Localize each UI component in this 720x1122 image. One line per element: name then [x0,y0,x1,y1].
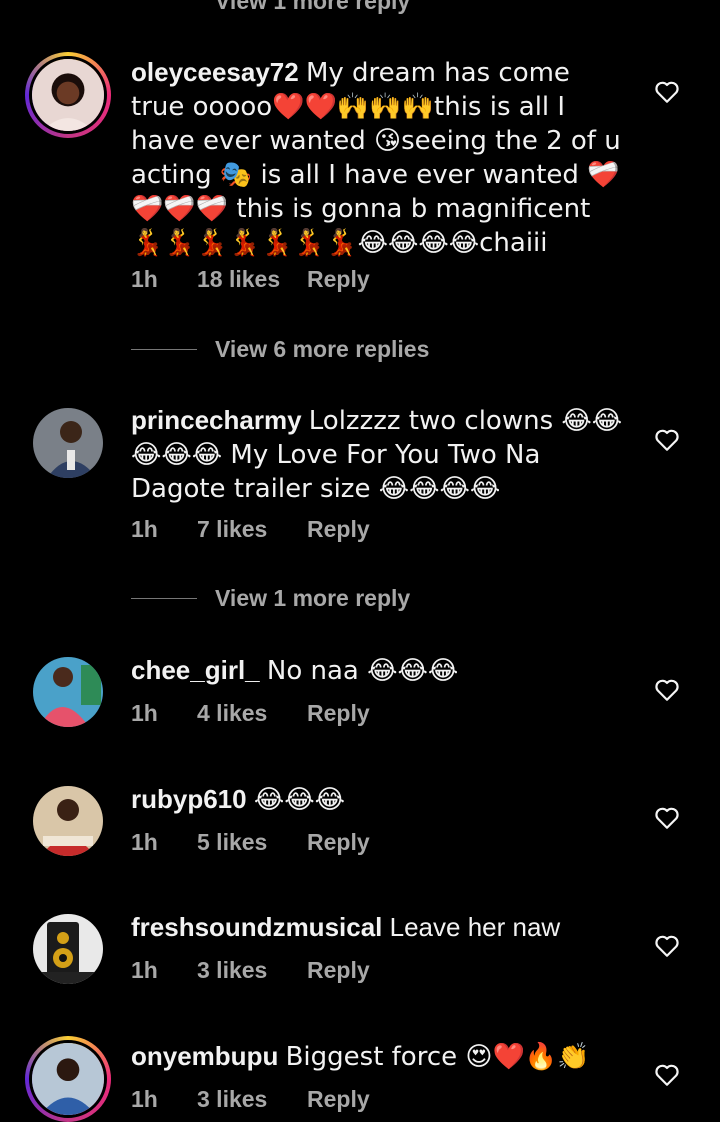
likes-count[interactable]: 3 likes [197,957,307,984]
likes-count[interactable]: 18 likes [197,266,307,293]
view-more-replies[interactable]: View 6 more replies [131,336,429,363]
heart-outline-icon[interactable] [654,80,680,104]
view-more-label[interactable]: View 1 more reply [215,585,410,612]
comment-text: rubyp610 😂😂😂 [131,783,626,817]
comment-body: No naa 😂😂😂 [266,656,459,686]
timestamp: 1h [131,700,158,726]
username[interactable]: rubyp610 [131,784,247,814]
comment-body: Biggest force 😍❤️🔥👏 [285,1042,590,1072]
comment-text: onyembupu Biggest force 😍❤️🔥👏 [131,1040,626,1074]
avatar[interactable] [33,786,103,856]
view-more-replies-link[interactable]: View 1 more reply [215,0,410,15]
avatar-image [33,408,103,478]
avatar[interactable] [33,914,103,984]
reply-button[interactable]: Reply [307,266,370,293]
reply-button[interactable]: Reply [307,1086,370,1113]
likes-count[interactable]: 3 likes [197,1086,307,1113]
reply-button[interactable]: Reply [307,516,370,543]
username[interactable]: onyembupu [131,1041,278,1071]
avatar[interactable] [25,52,111,138]
timestamp: 1h [131,266,158,292]
avatar-image [33,786,103,856]
divider-line [131,598,197,599]
view-more-label[interactable]: View 6 more replies [215,336,429,363]
comment-body: 😂😂😂 [253,785,345,815]
username[interactable]: princecharmy [131,405,302,435]
comment-meta: 1h 18 likes Reply [131,266,370,293]
heart-outline-icon[interactable] [654,678,680,702]
avatar-image [33,914,103,984]
avatar-image [32,59,104,131]
avatar-image [32,1043,104,1115]
likes-count[interactable]: 7 likes [197,516,307,543]
username[interactable]: oleyceesay72 [131,57,299,87]
username[interactable]: chee_girl_ [131,655,260,685]
avatar[interactable] [33,408,103,478]
view-more-replies[interactable]: View 1 more reply [131,585,410,612]
reply-button[interactable]: Reply [307,957,370,984]
timestamp: 1h [131,829,158,855]
likes-count[interactable]: 5 likes [197,829,307,856]
heart-outline-icon[interactable] [654,934,680,958]
comment-meta: 1h 4 likes Reply [131,700,370,727]
comment-meta: 1h 3 likes Reply [131,1086,370,1113]
timestamp: 1h [131,1086,158,1112]
comment-text: freshsoundzmusical Leave her naw [131,911,626,944]
avatar[interactable] [25,1036,111,1122]
heart-outline-icon[interactable] [654,1063,680,1087]
divider-line [131,349,197,350]
timestamp: 1h [131,957,158,983]
username[interactable]: freshsoundzmusical [131,912,382,942]
avatar-image [33,657,103,727]
comment-text: princecharmy Lolzzzz two clowns 😂😂😂😂😂 My… [131,404,626,506]
timestamp: 1h [131,516,158,542]
avatar[interactable] [33,657,103,727]
comment-meta: 1h 3 likes Reply [131,957,370,984]
comment-meta: 1h 7 likes Reply [131,516,370,543]
heart-outline-icon[interactable] [654,428,680,452]
reply-button[interactable]: Reply [307,829,370,856]
comment-body: My dream has come true ooooo❤️❤️🙌🙌🙌this … [131,58,621,258]
comment-meta: 1h 5 likes Reply [131,829,370,856]
likes-count[interactable]: 4 likes [197,700,307,727]
comment-text: oleyceesay72 My dream has come true oooo… [131,56,626,260]
comment-body: Leave her naw [389,912,561,942]
heart-outline-icon[interactable] [654,806,680,830]
comment-text: chee_girl_ No naa 😂😂😂 [131,654,626,688]
reply-button[interactable]: Reply [307,700,370,727]
